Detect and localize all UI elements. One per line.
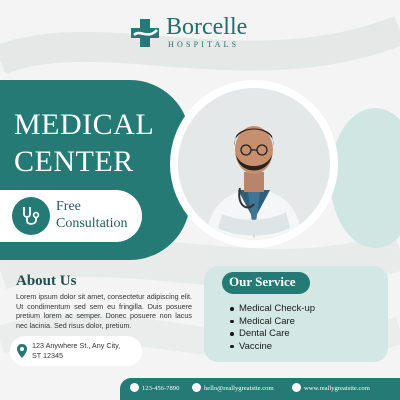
- phone-icon: [130, 382, 139, 392]
- hero-title-line2: CENTER: [14, 145, 134, 178]
- decorative-blob: [330, 108, 400, 248]
- brand-name: Borcelle: [166, 14, 248, 40]
- hero-title-line1: MEDICAL: [14, 108, 155, 141]
- email-text: hello@reallygreatsite.com: [204, 385, 274, 392]
- brand-subtitle: HOSPITALS: [168, 40, 240, 49]
- about-title: About Us: [16, 273, 77, 289]
- address-text: 123 Anywhere St., Any City, ST 12345: [32, 341, 140, 361]
- footer-email[interactable]: hello@reallygreatsite.com: [192, 382, 274, 395]
- doctor-illustration: [178, 88, 330, 240]
- footer-bar: 123-456-7890 hello@reallygreatsite.com w…: [120, 378, 400, 400]
- hero-title: MEDICAL CENTER: [14, 106, 154, 180]
- brand-logo: Borcelle HOSPITALS: [130, 14, 280, 52]
- service-item: Medical Care: [230, 316, 315, 329]
- address-line2: ST 12345: [32, 351, 64, 360]
- service-list: Medical Check-up Medical Care Dental Car…: [230, 303, 315, 353]
- footer-phone[interactable]: 123-456-7890: [130, 382, 180, 395]
- consultation-text: Free Consultation: [56, 198, 128, 232]
- globe-icon: [292, 382, 301, 392]
- address-line1: 123 Anywhere St., Any City,: [32, 341, 121, 350]
- service-item: Medical Check-up: [230, 303, 315, 316]
- service-item: Dental Care: [230, 328, 315, 341]
- medical-cross-icon: [131, 19, 159, 47]
- email-icon: [192, 382, 201, 392]
- phone-text: 123-456-7890: [142, 385, 180, 392]
- consultation-pill[interactable]: Free Consultation: [0, 190, 142, 242]
- footer-website[interactable]: www.reallygreatsite.com: [292, 382, 370, 395]
- stethoscope-icon: [12, 197, 50, 235]
- service-item: Vaccine: [230, 341, 315, 354]
- service-title: Our Service: [229, 274, 296, 289]
- website-text: www.reallygreatsite.com: [304, 385, 370, 392]
- doctor-photo: [178, 88, 330, 240]
- consultation-line1: Free: [56, 199, 81, 214]
- consultation-line2: Consultation: [56, 216, 128, 231]
- address-pill: 123 Anywhere St., Any City, ST 12345: [10, 336, 142, 366]
- location-pin-icon: [17, 344, 27, 358]
- about-text: Lorem ipsum dolor sit amet, consectetur …: [16, 292, 192, 330]
